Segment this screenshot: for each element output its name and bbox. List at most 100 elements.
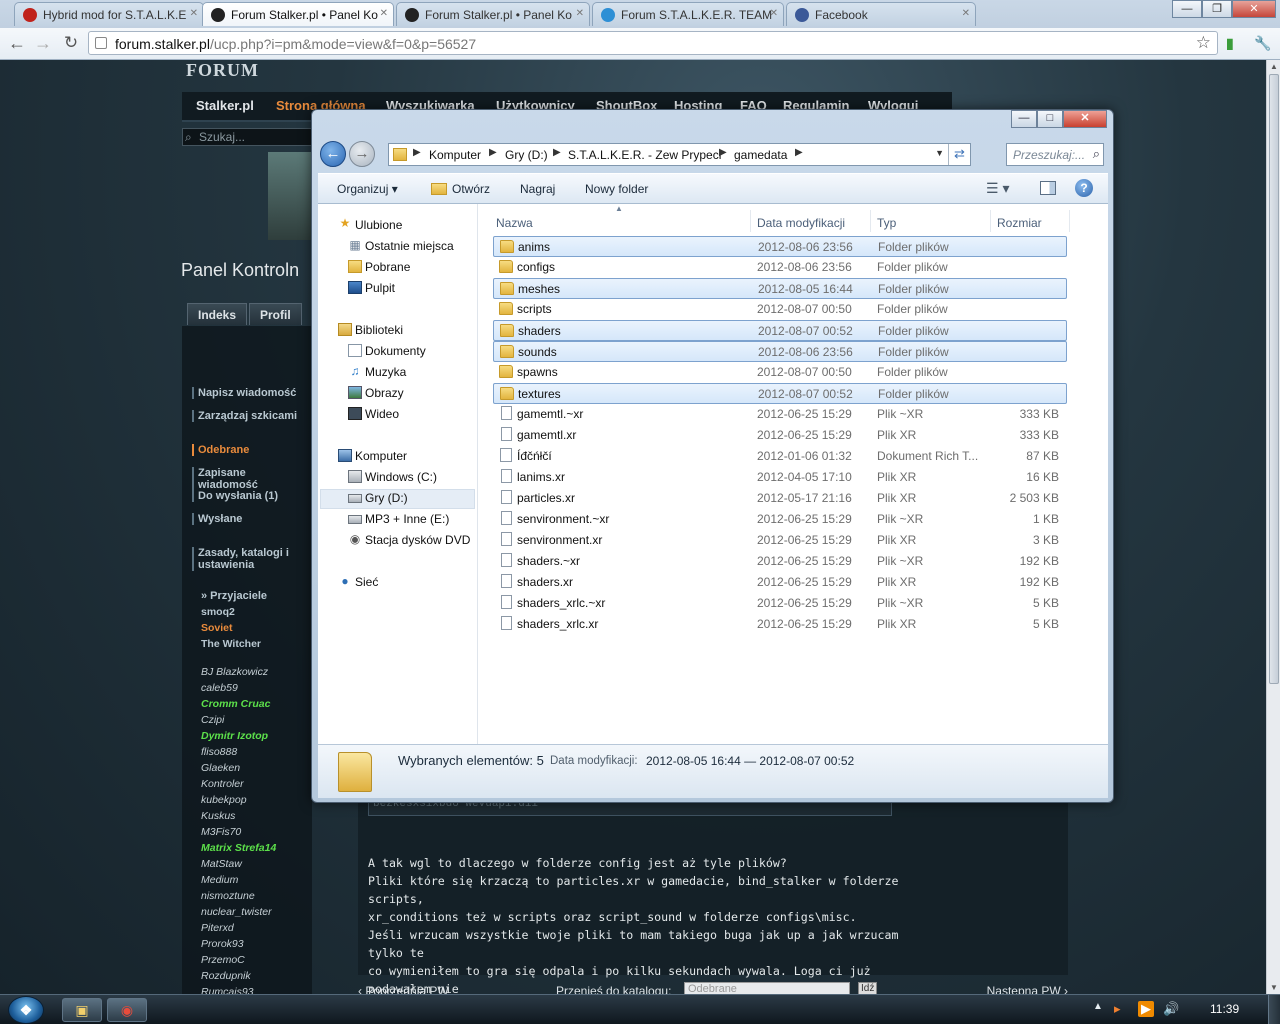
browser-tab[interactable]: Forum S.T.A.L.K.E.R. TEAM ✕ — [592, 2, 784, 26]
media-player-icon[interactable]: ▶ — [1138, 1001, 1154, 1017]
friend-link[interactable]: Kontroler — [201, 778, 244, 790]
file-row[interactable]: shaders_xrlc.xr 2012-06-25 15:29 Plik XR 5 … — [493, 614, 1067, 635]
browser-tab[interactable]: Forum Stalker.pl • Panel Ko ✕ — [396, 2, 590, 26]
column-divider[interactable] — [990, 210, 991, 232]
friend-link[interactable]: The Witcher — [201, 638, 261, 650]
file-row[interactable]: shaders 2012-08-07 00:52 Folder plików — [493, 320, 1067, 341]
page-scrollbar[interactable]: ▲ ▼ — [1266, 60, 1280, 994]
nav-desktop[interactable]: Pulpit — [365, 281, 395, 295]
friend-link[interactable]: nismoztune — [201, 890, 255, 902]
nav-drive-c[interactable]: Windows (C:) — [365, 470, 437, 484]
browser-tab[interactable]: Facebook ✕ — [786, 2, 976, 26]
nav-drive-d[interactable]: Gry (D:) — [365, 491, 408, 505]
chevron-right-icon[interactable]: ▶ — [719, 147, 727, 158]
organize-button[interactable]: Organizuj ▾ — [337, 182, 398, 196]
nav-dvd-drive[interactable]: Stacja dysków DVD F — [365, 533, 473, 547]
friend-link[interactable]: BJ Blazkowicz — [201, 666, 268, 678]
friend-link[interactable]: nuclear_twister — [201, 906, 272, 918]
friend-link[interactable]: Czipi — [201, 714, 224, 726]
back-button[interactable]: ← — [320, 141, 346, 167]
clock[interactable]: 11:39 — [1210, 1002, 1239, 1016]
nav-recent-places[interactable]: Ostatnie miejsca — [365, 239, 454, 253]
file-row[interactable]: textures 2012-08-07 00:52 Folder plików — [493, 383, 1067, 404]
tray-expand-icon[interactable]: ▲ — [1093, 1001, 1103, 1012]
file-row[interactable]: sounds 2012-08-06 23:56 Folder plików — [493, 341, 1067, 362]
close-button[interactable]: ✕ — [1063, 110, 1107, 128]
file-row[interactable]: spawns 2012-08-07 00:50 Folder plików — [493, 362, 1067, 383]
friend-link[interactable]: PrzemoC — [201, 954, 245, 966]
nav-pictures[interactable]: Obrazy — [365, 386, 404, 400]
minimize-button[interactable]: — — [1172, 0, 1202, 18]
preview-pane-icon[interactable] — [1040, 181, 1056, 195]
nav-videos[interactable]: Wideo — [365, 407, 399, 421]
new-folder-button[interactable]: Nowy folder — [585, 182, 648, 196]
friend-link[interactable]: smoq2 — [201, 606, 235, 618]
column-divider[interactable] — [1069, 210, 1070, 232]
friend-link[interactable]: Prorok93 — [201, 938, 244, 950]
tab-close-icon[interactable]: ✕ — [962, 8, 970, 19]
menu-rules-folders[interactable]: Zasady, katalogi i ustawienia — [192, 547, 308, 571]
file-row[interactable]: meshes 2012-08-05 16:44 Folder plików — [493, 278, 1067, 299]
nav-libraries[interactable]: Biblioteki — [355, 323, 403, 337]
file-row[interactable]: senvironment.~xr 2012-06-25 15:29 Plik ~XR… — [493, 509, 1067, 530]
scrollbar-thumb[interactable] — [1269, 74, 1279, 684]
chrome-taskbar-icon[interactable]: ◉ — [107, 998, 147, 1022]
file-row[interactable]: gamemtl.~xr 2012-06-25 15:29 Plik ~XR 333 K… — [493, 404, 1067, 425]
friend-link[interactable]: fliso888 — [201, 746, 237, 758]
friend-link[interactable]: kubekpop — [201, 794, 247, 806]
file-row[interactable]: shaders.~xr 2012-06-25 15:29 Plik ~XR 192 K… — [493, 551, 1067, 572]
file-row[interactable]: gamemtl.xr 2012-06-25 15:29 Plik XR 333 KB — [493, 425, 1067, 446]
friend-link[interactable]: Rumcajs93 — [201, 986, 254, 994]
nav-downloads[interactable]: Pobrane — [365, 260, 410, 274]
nav-network[interactable]: Sieć — [355, 575, 378, 589]
forward-arrow-icon[interactable]: → — [32, 33, 54, 54]
open-button[interactable]: Otwórz — [452, 182, 490, 196]
nav-documents[interactable]: Dokumenty — [365, 344, 426, 358]
chevron-right-icon[interactable]: ▶ — [489, 147, 497, 158]
menu-inbox[interactable]: Odebrane — [192, 444, 308, 456]
menu-outbox[interactable]: Do wysłania (1) — [192, 490, 308, 502]
menu-drafts[interactable]: Zarządzaj szkicami — [192, 410, 308, 422]
file-row[interactable]: lanims.xr 2012-04-05 17:10 Plik XR 16 KB — [493, 467, 1067, 488]
forum-search-input[interactable]: ⌕ Szukaj... — [182, 128, 322, 146]
forum-nav-link[interactable]: Stalker.pl — [196, 98, 254, 113]
file-row[interactable]: scripts 2012-08-07 00:50 Folder plików — [493, 299, 1067, 320]
help-icon[interactable]: ? — [1075, 179, 1093, 197]
file-row[interactable]: particles.xr 2012-05-17 21:16 Plik XR 2 503… — [493, 488, 1067, 509]
column-divider[interactable] — [750, 210, 751, 232]
chevron-down-icon[interactable]: ▼ — [935, 148, 944, 158]
friend-link[interactable]: Kuskus — [201, 810, 235, 822]
explorer-taskbar-icon[interactable]: ▣ — [62, 998, 102, 1022]
wrench-icon[interactable]: 🔧 — [1254, 35, 1271, 52]
file-row[interactable]: shaders_xrlc.~xr 2012-06-25 15:29 Plik ~XR… — [493, 593, 1067, 614]
menu-saved[interactable]: Zapisane wiadomość — [192, 467, 308, 491]
start-button[interactable]: ❖ — [8, 996, 44, 1024]
column-divider[interactable] — [870, 210, 871, 232]
friend-link[interactable]: Piterxd — [201, 922, 234, 934]
breadcrumb-drive[interactable]: Gry (D:) — [505, 148, 548, 162]
speaker-muted-icon[interactable]: ▸ — [1114, 1001, 1121, 1017]
reload-icon[interactable]: ↻ — [60, 33, 82, 53]
breadcrumb-game[interactable]: S.T.A.L.K.E.R. - Zew Prypeci — [568, 148, 721, 162]
nav-drive-e[interactable]: MP3 + Inne (E:) — [365, 512, 449, 526]
tab-close-icon[interactable]: ✕ — [770, 8, 778, 19]
tab-profil[interactable]: Profil — [249, 303, 302, 325]
scroll-down-icon[interactable]: ▼ — [1267, 983, 1280, 992]
chevron-right-icon[interactable]: ▶ — [413, 147, 421, 158]
chevron-right-icon[interactable]: ▶ — [795, 147, 803, 158]
maximize-button[interactable]: ❐ — [1202, 0, 1232, 18]
chevron-right-icon[interactable]: ▶ — [553, 147, 561, 158]
tab-close-icon[interactable]: ✕ — [380, 8, 388, 19]
friend-link[interactable]: Medium — [201, 874, 238, 886]
breadcrumb-gamedata[interactable]: gamedata — [734, 148, 787, 162]
friend-link[interactable]: Cromm Cruac — [201, 698, 270, 710]
close-button[interactable]: ✕ — [1232, 0, 1276, 18]
forward-button[interactable]: → — [349, 141, 375, 167]
friend-link[interactable]: caleb59 — [201, 682, 238, 694]
friend-link[interactable]: M3Fis70 — [201, 826, 241, 838]
column-size[interactable]: Rozmiar — [997, 216, 1042, 230]
nav-music[interactable]: Muzyka — [365, 365, 406, 379]
friend-link[interactable]: Dymitr Izotop — [201, 730, 268, 742]
column-name[interactable]: Nazwa — [496, 216, 533, 230]
nav-favorites[interactable]: Ulubione — [355, 218, 402, 232]
